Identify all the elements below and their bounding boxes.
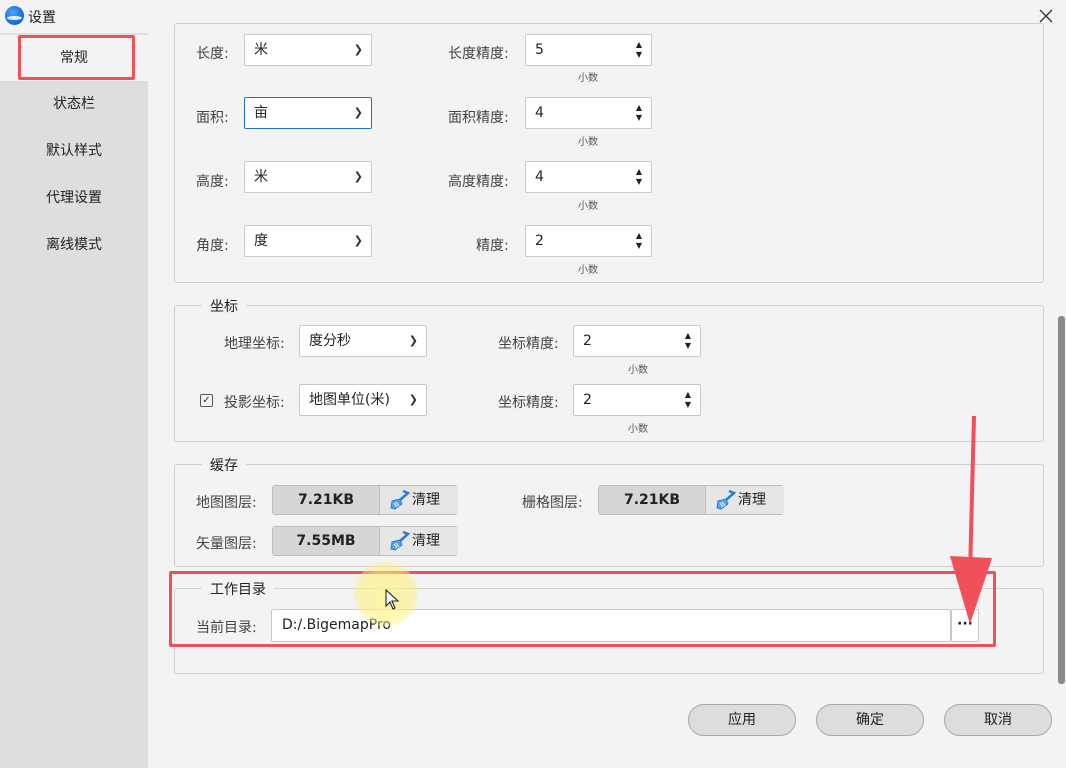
vector-layer-cache: 7.55MB 清理 [272,526,458,556]
height-precision-value: 4 [535,169,544,185]
settings-content: 长度: 米 ❯ 长度精度: 5 ▲ ▼ 小数 面积: 亩 ❯ 面积精度: 4 ▲ ▼… [148,23,1066,768]
spin-arrows-icon[interactable]: ▲ ▼ [634,40,644,60]
proj-coord-select[interactable]: 地图单位(米) ❯ [299,384,427,416]
proj-decimal-unit: 小数 [628,424,648,435]
spin-arrows-icon[interactable]: ▲ ▼ [634,231,644,251]
sidebar: 常规 状态栏 默认样式 代理设置 离线模式 [0,33,148,768]
area-precision-spinbox[interactable]: 4 ▲ ▼ [525,97,652,129]
area-unit-select[interactable]: 亩 ❯ [244,97,372,129]
length-unit-value: 米 [254,42,268,58]
vector-layer-size: 7.55MB [273,527,380,555]
proj-precision-label: 坐标精度: [498,395,559,411]
geo-coord-label: 地理坐标: [224,336,285,352]
length-label: 长度: [196,46,229,62]
height-decimal-unit: 小数 [578,201,598,212]
height-unit-value: 米 [254,169,268,185]
length-decimal-unit: 小数 [578,73,598,84]
sidebar-item-default-style[interactable]: 默认样式 [0,128,148,174]
sidebar-item-general[interactable]: 常规 [0,35,148,81]
area-label: 面积: [196,110,229,126]
broom-icon [716,489,736,510]
vector-layer-clean-button[interactable]: 清理 [380,527,458,555]
height-precision-label: 高度精度: [448,174,509,190]
angle-precision-value: 2 [535,233,544,249]
sidebar-item-proxy[interactable]: 代理设置 [0,175,148,221]
angle-decimal-unit: 小数 [578,265,598,276]
sidebar-item-offline[interactable]: 离线模式 [0,222,148,268]
map-layer-cache: 7.21KB 清理 [272,485,458,515]
broom-icon [390,489,410,510]
window-title: 设置 [28,10,56,26]
apply-button[interactable]: 应用 [688,704,796,736]
chevron-down-icon: ❯ [408,334,418,347]
length-precision-value: 5 [535,42,544,58]
chevron-down-icon: ❯ [353,43,363,56]
browse-dir-button[interactable]: ··· [951,609,979,642]
geo-precision-label: 坐标精度: [498,336,559,352]
height-label: 高度: [196,174,229,190]
clean-label: 清理 [738,492,766,508]
sidebar-item-statusbar[interactable]: 状态栏 [0,81,148,127]
spin-arrows-icon[interactable]: ▲ ▼ [683,390,693,410]
geo-precision-spinbox[interactable]: 2 ▲ ▼ [573,325,701,357]
raster-layer-size: 7.21KB [599,486,706,514]
bigemap-logo-icon [5,6,24,25]
chevron-down-icon: ❯ [408,393,418,406]
angle-precision-label: 精度: [476,238,509,254]
cache-title: 缓存 [202,455,246,475]
map-layer-clean-button[interactable]: 清理 [380,486,458,514]
angle-unit-select[interactable]: 度 ❯ [244,225,372,257]
proj-coord-value: 地图单位(米) [309,392,390,408]
scrollbar-thumb[interactable] [1058,316,1065,684]
raster-layer-label: 栅格图层: [522,495,583,511]
clean-label: 清理 [412,492,440,508]
workdir-path-input[interactable]: D:/.BigemapPro [271,609,951,642]
area-decimal-unit: 小数 [578,137,598,148]
spin-arrows-icon[interactable]: ▲ ▼ [634,103,644,123]
proj-coord-label: 投影坐标: [224,395,285,411]
geo-coord-select[interactable]: 度分秒 ❯ [299,325,427,357]
clean-label: 清理 [412,533,440,549]
proj-precision-value: 2 [583,392,592,408]
raster-layer-clean-button[interactable]: 清理 [706,486,784,514]
proj-precision-spinbox[interactable]: 2 ▲ ▼ [573,384,701,416]
broom-icon [390,530,410,551]
chevron-down-icon: ❯ [353,170,363,183]
geo-coord-value: 度分秒 [309,333,351,349]
area-precision-value: 4 [535,105,544,121]
chevron-down-icon: ❯ [353,234,363,247]
workdir-title: 工作目录 [202,579,274,599]
angle-precision-spinbox[interactable]: 2 ▲ ▼ [525,225,652,257]
raster-layer-cache: 7.21KB 清理 [598,485,784,515]
current-dir-label: 当前目录: [196,620,257,636]
coordinates-title: 坐标 [202,296,246,316]
geo-precision-value: 2 [583,333,592,349]
spin-arrows-icon[interactable]: ▲ ▼ [683,331,693,351]
map-layer-size: 7.21KB [273,486,380,514]
proj-coord-checkbox[interactable]: ✓ [200,394,213,407]
map-layer-label: 地图图层: [196,495,257,511]
vector-layer-label: 矢量图层: [196,536,257,552]
length-unit-select[interactable]: 米 ❯ [244,34,372,66]
angle-label: 角度: [196,238,229,254]
area-precision-label: 面积精度: [448,110,509,126]
ok-button[interactable]: 确定 [816,704,924,736]
angle-unit-value: 度 [254,233,268,249]
height-precision-spinbox[interactable]: 4 ▲ ▼ [525,161,652,193]
close-icon [1039,9,1053,23]
geo-decimal-unit: 小数 [628,365,648,376]
spin-arrows-icon[interactable]: ▲ ▼ [634,167,644,187]
height-unit-select[interactable]: 米 ❯ [244,161,372,193]
cancel-button[interactable]: 取消 [944,704,1052,736]
length-precision-spinbox[interactable]: 5 ▲ ▼ [525,34,652,66]
chevron-down-icon: ❯ [353,106,363,119]
length-precision-label: 长度精度: [448,46,509,62]
area-unit-value: 亩 [254,105,268,121]
